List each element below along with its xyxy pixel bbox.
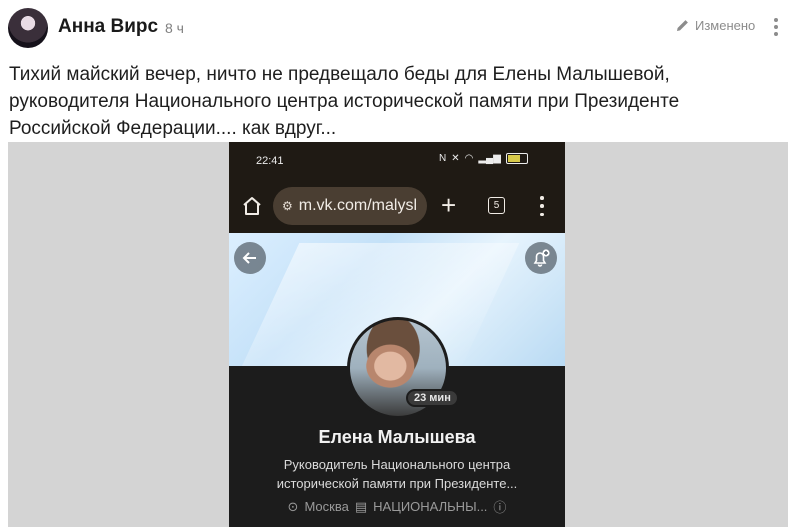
post-header: Анна Вирс 8 ч Изменено (0, 0, 799, 55)
bell-plus-icon (533, 249, 550, 267)
author-name[interactable]: Анна Вирс (58, 16, 158, 38)
signal-icon: ▂▄▆ (478, 153, 501, 164)
phone-status-bar: 22:41 N ✕ ◠ ▂▄▆ (229, 142, 565, 178)
tabs-button[interactable]: 5 (488, 197, 505, 214)
browser-toolbar: ⚙ m.vk.com/malysl + 5 (229, 178, 565, 233)
notifications-button[interactable] (525, 242, 557, 274)
new-tab-button[interactable]: + (441, 190, 456, 220)
wifi-icon: ◠ (464, 153, 474, 164)
status-time: 22:41 (256, 155, 284, 167)
url-text: m.vk.com/malysl (298, 197, 417, 214)
post-time[interactable]: 8 ч (165, 20, 184, 36)
plus-icon: + (441, 190, 457, 220)
author-avatar[interactable] (8, 8, 48, 48)
location-icon: ⊙ (287, 498, 299, 514)
home-icon[interactable] (241, 195, 263, 217)
profile-name: Елена Малышева (318, 427, 476, 447)
edited-indicator: Изменено (676, 18, 755, 33)
mute-icon: ✕ (451, 153, 460, 164)
info-icon[interactable]: ⓘ (493, 497, 506, 516)
phone-screenshot: 22:41 N ✕ ◠ ▂▄▆ ⚙ m.vk.com/malysl + 5 23… (229, 142, 565, 527)
briefcase-icon: ▤ (354, 498, 368, 514)
url-bar[interactable]: ⚙ m.vk.com/malysl (273, 187, 427, 225)
status-icons: N ✕ ◠ ▂▄▆ (439, 153, 528, 164)
profile-city: Москва (304, 499, 349, 514)
nfc-icon: N (439, 153, 447, 164)
pencil-icon (677, 20, 688, 31)
post-text: Тихий майский вечер, ничто не предвещало… (9, 64, 680, 139)
browser-menu-button[interactable] (539, 196, 545, 216)
edited-label: Изменено (695, 18, 756, 33)
back-button[interactable] (234, 242, 266, 274)
battery-icon (505, 153, 528, 164)
online-badge: 23 мин (406, 389, 459, 407)
profile-status: Руководитель Национального центра истори… (276, 457, 518, 491)
post-image[interactable]: 22:41 N ✕ ◠ ▂▄▆ ⚙ m.vk.com/malysl + 5 23… (8, 142, 788, 527)
more-options-button[interactable] (766, 14, 786, 40)
profile-workplace: НАЦИОНАЛЬНЫ... (373, 499, 488, 514)
back-arrow-icon (242, 252, 256, 264)
profile-meta: ⊙ Москва ▤ НАЦИОНАЛЬНЫ... ⓘ (229, 497, 565, 516)
site-settings-icon[interactable]: ⚙ (282, 199, 293, 213)
